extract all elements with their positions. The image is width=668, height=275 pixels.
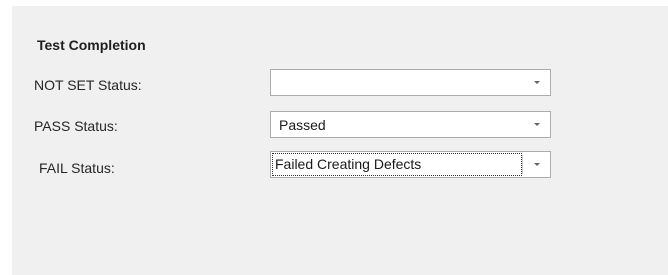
pass-status-dropdown[interactable]: Passed — [270, 111, 551, 138]
fail-status-dropdown[interactable]: Failed Creating Defects — [270, 151, 551, 178]
pass-status-label: PASS Status: — [34, 118, 118, 134]
pass-status-value: Passed — [279, 117, 326, 133]
test-completion-panel: Test Completion NOT SET Status: PASS Sta… — [12, 6, 668, 275]
not-set-status-dropdown[interactable] — [270, 69, 551, 96]
chevron-down-icon[interactable] — [534, 123, 540, 126]
dropdown-divider — [522, 155, 523, 174]
not-set-status-label: NOT SET Status: — [34, 77, 142, 93]
chevron-down-icon[interactable] — [534, 163, 540, 166]
section-title: Test Completion — [37, 37, 146, 53]
fail-status-label: FAIL Status: — [39, 160, 115, 176]
chevron-down-icon[interactable] — [534, 81, 540, 84]
fail-status-value: Failed Creating Defects — [272, 153, 522, 176]
